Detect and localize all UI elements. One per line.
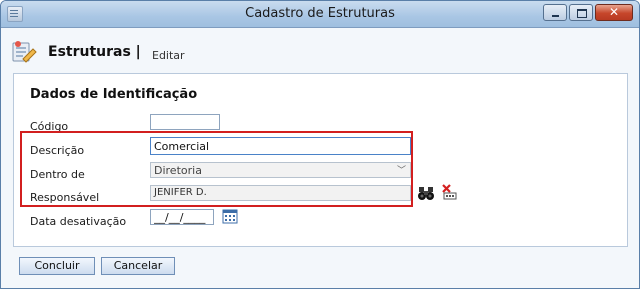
responsavel-field: JENIFER D. [150, 185, 411, 201]
descricao-input[interactable] [150, 137, 411, 155]
title-bar[interactable]: Cadastro de Estruturas ✕ [1, 1, 639, 28]
page-header: Estruturas | Editar [1, 28, 639, 68]
data-desativacao-label: Data desativação [30, 215, 127, 228]
close-button[interactable]: ✕ [595, 4, 633, 21]
maximize-button[interactable] [569, 4, 593, 21]
codigo-input[interactable] [150, 114, 220, 130]
data-desativacao-input[interactable] [150, 209, 214, 225]
responsavel-label: Responsável [30, 191, 100, 204]
calendar-icon[interactable] [222, 208, 238, 224]
page-mode: Editar [152, 49, 185, 62]
chevron-down-icon: ﹀ [396, 166, 406, 176]
minimize-button[interactable] [543, 4, 567, 21]
delete-icon[interactable] [441, 184, 457, 200]
maximize-icon [570, 5, 592, 20]
minimize-icon [544, 5, 566, 20]
dentro-de-label: Dentro de [30, 168, 85, 181]
section-title: Dados de Identificação [30, 87, 198, 102]
cancelar-button[interactable]: Cancelar [101, 257, 175, 275]
page-title: Estruturas | [48, 44, 141, 60]
descricao-label: Descrição [30, 144, 85, 157]
responsavel-value: JENIFER D. [154, 187, 207, 198]
close-icon: ✕ [608, 5, 620, 19]
window-controls: ✕ [543, 4, 633, 21]
concluir-button[interactable]: Concluir [19, 257, 95, 275]
dentro-de-value: Diretoria [154, 164, 202, 177]
dialog-window: Cadastro de Estruturas ✕ Estruturas | Ed… [0, 0, 640, 289]
structure-edit-icon [12, 41, 37, 63]
dentro-de-select[interactable]: Diretoria ﹀ [150, 162, 411, 178]
codigo-label: Código [30, 120, 69, 133]
binoculars-icon[interactable] [418, 185, 434, 201]
form-panel: Dados de Identificação Código Descrição … [13, 73, 628, 247]
